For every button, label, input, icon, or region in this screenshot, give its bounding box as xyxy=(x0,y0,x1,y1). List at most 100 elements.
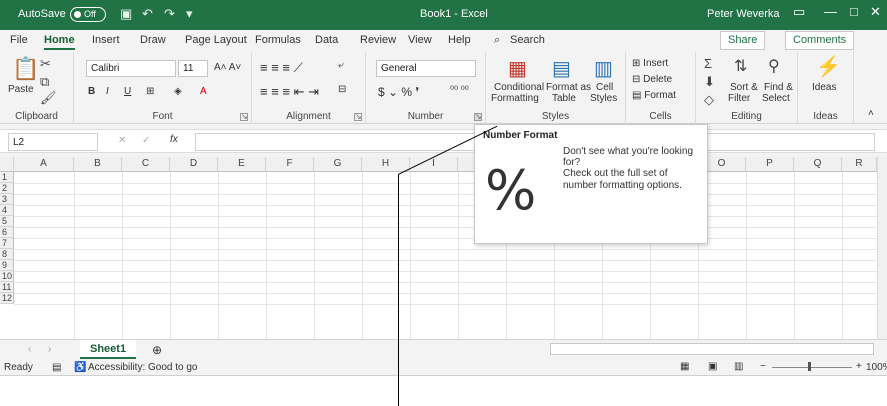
ideas-icon[interactable]: ⚡ xyxy=(816,54,841,79)
close-icon[interactable]: ✕ xyxy=(870,4,881,20)
col-header[interactable]: C xyxy=(122,157,170,172)
zoom-in-icon[interactable]: + xyxy=(856,361,862,372)
macro-record-icon[interactable]: ▤ xyxy=(52,362,61,373)
font-size-select[interactable]: 11 xyxy=(178,60,208,77)
sort-label[interactable]: Sort & xyxy=(730,82,758,93)
col-header[interactable]: Q xyxy=(794,157,842,172)
zoom-slider-thumb[interactable] xyxy=(808,362,811,371)
number-format-select[interactable]: General xyxy=(376,60,476,77)
ideas-button[interactable]: Ideas xyxy=(812,82,836,93)
tab-formulas[interactable]: Formulas xyxy=(255,34,301,46)
share-button[interactable]: Share xyxy=(720,31,766,50)
align-top-icon[interactable]: ≡ ≡ ≡ ⟋ xyxy=(260,60,303,76)
paste-label[interactable]: Paste xyxy=(8,84,34,95)
row-header[interactable]: 3 xyxy=(0,194,14,205)
delete-cells-button[interactable]: ⊟ Delete xyxy=(632,74,672,85)
find-label[interactable]: Find & xyxy=(764,82,793,93)
fill-color-icon[interactable]: ◈ xyxy=(174,86,182,97)
search-icon[interactable]: ⌕ xyxy=(494,34,500,47)
tab-insert[interactable]: Insert xyxy=(92,34,120,46)
tab-draw[interactable]: Draw xyxy=(140,34,166,46)
tab-view[interactable]: View xyxy=(408,34,432,46)
row-header[interactable]: 9 xyxy=(0,260,14,271)
accessibility-status[interactable]: Accessibility: Good to go xyxy=(88,362,198,373)
undo-icon[interactable]: ↶ xyxy=(142,6,153,22)
format-painter-icon[interactable]: 🖌 xyxy=(40,90,57,106)
row-header[interactable]: 11 xyxy=(0,282,14,293)
row-header[interactable]: 6 xyxy=(0,227,14,238)
copy-icon[interactable]: ⧉ xyxy=(40,74,49,90)
font-launcher[interactable]: ↘ xyxy=(240,113,248,121)
row-header[interactable]: 2 xyxy=(0,183,14,194)
row-header[interactable]: 12 xyxy=(0,293,14,304)
accessibility-icon[interactable]: ♿ xyxy=(74,362,86,373)
sheet-tab[interactable]: Sheet1 xyxy=(80,340,137,359)
fill-icon[interactable]: ⬇ xyxy=(704,74,715,90)
format-as-label-2[interactable]: Table xyxy=(552,93,576,104)
autosave-toggle[interactable]: Off xyxy=(70,7,106,22)
italic-icon[interactable]: I xyxy=(106,86,109,97)
format-cells-button[interactable]: ▤ Format xyxy=(632,90,676,101)
filter-label[interactable]: Filter xyxy=(728,93,750,104)
cell-styles-label-2[interactable]: Styles xyxy=(590,93,617,104)
row-header[interactable]: 8 xyxy=(0,249,14,260)
find-select-icon[interactable]: ⚲ xyxy=(768,56,780,76)
merge-icon[interactable]: ⊟ xyxy=(338,84,346,95)
minimize-icon[interactable]: — xyxy=(824,4,837,19)
tab-data[interactable]: Data xyxy=(315,34,338,46)
next-sheet-icon[interactable]: › xyxy=(48,344,51,355)
normal-view-icon[interactable]: ▦ xyxy=(680,361,689,372)
user-name[interactable]: Peter Weverka xyxy=(707,8,780,20)
ribbon-display-icon[interactable]: ▭ xyxy=(793,4,805,20)
row-header[interactable]: 10 xyxy=(0,271,14,282)
maximize-icon[interactable]: □ xyxy=(850,4,858,19)
format-as-table-icon[interactable]: ▤ xyxy=(552,56,571,81)
zoom-out-icon[interactable]: − xyxy=(760,361,766,372)
page-break-view-icon[interactable]: ▥ xyxy=(734,361,743,372)
tab-page-layout[interactable]: Page Layout xyxy=(185,34,247,46)
col-header[interactable]: B xyxy=(74,157,122,172)
select-all-corner[interactable] xyxy=(0,157,14,172)
row-header[interactable]: 1 xyxy=(0,172,14,183)
conditional-label-2[interactable]: Formatting xyxy=(491,93,539,104)
cell-styles-label[interactable]: Cell xyxy=(596,82,613,93)
align-left-icon[interactable]: ≡ ≡ ≡ ⇤ ⇥ xyxy=(260,84,319,100)
wrap-text-icon[interactable]: ⤶ xyxy=(338,60,344,71)
alignment-launcher[interactable]: ↘ xyxy=(354,113,362,121)
paste-icon[interactable]: 📋 xyxy=(12,56,39,82)
col-header[interactable]: G xyxy=(314,157,362,172)
borders-icon[interactable]: ⊞ xyxy=(146,86,154,97)
format-as-label[interactable]: Format as xyxy=(546,82,591,93)
col-header[interactable]: F xyxy=(266,157,314,172)
tab-help[interactable]: Help xyxy=(448,34,471,46)
worksheet-grid[interactable]: A B C D E F G H I J K L M N O P Q R 1 2 … xyxy=(0,157,887,339)
tab-file[interactable]: File xyxy=(10,34,28,46)
cell-styles-icon[interactable]: ▥ xyxy=(594,56,613,81)
name-box[interactable]: L2 xyxy=(8,133,98,151)
accounting-icon[interactable]: $ ⌄ % ❜ xyxy=(378,85,419,99)
bold-icon[interactable]: B xyxy=(88,86,95,97)
sort-filter-icon[interactable]: ⇅ xyxy=(734,56,747,76)
horizontal-scrollbar[interactable] xyxy=(550,343,874,355)
insert-cells-button[interactable]: ⊞ Insert xyxy=(632,58,668,69)
prev-sheet-icon[interactable]: ‹ xyxy=(28,344,31,355)
row-header[interactable]: 5 xyxy=(0,216,14,227)
select-label[interactable]: Select xyxy=(762,93,790,104)
col-header[interactable]: H xyxy=(362,157,410,172)
cut-icon[interactable]: ✂ xyxy=(40,56,51,72)
save-icon[interactable]: ▣ xyxy=(120,6,132,22)
font-color-icon[interactable]: A xyxy=(200,86,207,97)
tab-review[interactable]: Review xyxy=(360,34,396,46)
collapse-ribbon-icon[interactable]: ˄ xyxy=(868,108,874,119)
vertical-scrollbar[interactable] xyxy=(877,157,887,339)
conditional-formatting-icon[interactable]: ▦ xyxy=(508,56,527,81)
row-header[interactable]: 4 xyxy=(0,205,14,216)
tab-home[interactable]: Home xyxy=(44,34,75,50)
number-format-launcher[interactable]: ↘ xyxy=(474,113,482,121)
comments-button[interactable]: Comments xyxy=(785,31,855,50)
insert-function-icon[interactable]: fx xyxy=(170,134,178,145)
redo-icon[interactable]: ↷ xyxy=(164,6,175,22)
enter-icon[interactable]: ✓ xyxy=(142,135,150,146)
underline-icon[interactable]: U xyxy=(124,86,131,97)
decimal-icon[interactable]: ⁰⁰ ⁰⁰ xyxy=(450,85,469,96)
